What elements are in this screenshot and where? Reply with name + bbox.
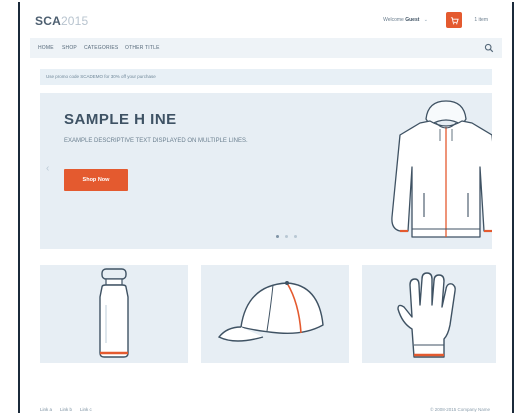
cart-icon xyxy=(450,16,459,24)
footer-link-c[interactable]: Link c xyxy=(80,407,92,412)
chevron-down-icon: ⌄ xyxy=(423,17,428,23)
nav-item-categories[interactable]: CATEGORIES xyxy=(84,45,118,51)
glove-illustration xyxy=(397,272,456,358)
logo-light-text: 2015 xyxy=(60,14,89,28)
carousel-prev-icon[interactable]: ‹ xyxy=(46,163,49,174)
bottle-illustration xyxy=(99,268,129,358)
cart-button[interactable] xyxy=(446,12,462,28)
product-tile-bottle[interactable] xyxy=(40,265,188,363)
hero-description: EXAMPLE DESCRIPTIVE TEXT DISPLAYED ON MU… xyxy=(64,138,248,144)
site-header: SCA2015 Welcome Guest ⌄ 1 item xyxy=(20,2,512,38)
welcome-user: Guest xyxy=(405,17,420,23)
nav-item-shop[interactable]: SHOP xyxy=(62,45,77,51)
welcome-message[interactable]: Welcome Guest ⌄ xyxy=(383,17,428,23)
logo-bold-text: SCA xyxy=(35,14,61,28)
product-tile-glove[interactable] xyxy=(362,265,496,363)
promo-banner: Use promo code SCADEMO for 30% off your … xyxy=(40,69,492,85)
promo-text: Use promo code SCADEMO for 30% off your … xyxy=(46,74,156,79)
nav-item-home[interactable]: HOME xyxy=(38,45,54,51)
carousel-dot[interactable] xyxy=(285,235,288,238)
product-tile-cap[interactable] xyxy=(201,265,349,363)
cap-illustration xyxy=(217,281,324,342)
shop-now-button[interactable]: Shop Now xyxy=(64,169,128,191)
copyright-text: © 2008-2015 Company Name xyxy=(430,407,490,412)
footer-link-a[interactable]: Link a xyxy=(40,407,52,412)
footer-link-b[interactable]: Link b xyxy=(60,407,72,412)
hero-carousel: SAMPLE H INE EXAMPLE DESCRIPTIVE TEXT DI… xyxy=(40,93,492,249)
search-icon[interactable] xyxy=(484,43,494,53)
site-footer: Link a Link b Link c © 2008-2015 Company… xyxy=(20,386,512,413)
welcome-prefix: Welcome xyxy=(383,17,404,23)
nav-item-other-title[interactable]: OTHER TITLE xyxy=(125,45,160,51)
jacket-illustration xyxy=(391,100,492,238)
hero-title: SAMPLE H INE xyxy=(64,111,177,128)
carousel-dot[interactable] xyxy=(294,235,297,238)
site-logo[interactable]: SCA2015 xyxy=(35,14,88,28)
cart-count[interactable]: 1 item xyxy=(474,17,488,23)
page-frame: SCA2015 Welcome Guest ⌄ 1 item HOME SHOP… xyxy=(18,2,514,413)
carousel-dots xyxy=(276,235,297,238)
carousel-dot[interactable] xyxy=(276,235,279,238)
main-nav: HOME SHOP CATEGORIES OTHER TITLE xyxy=(30,38,502,58)
